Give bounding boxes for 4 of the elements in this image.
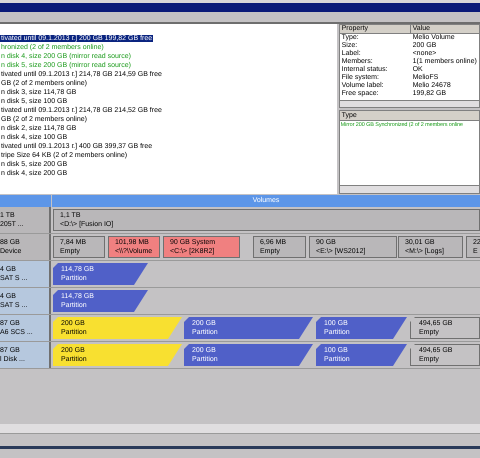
scrollbar[interactable] xyxy=(340,100,479,107)
scrollbar[interactable] xyxy=(340,185,479,193)
scrollbar[interactable] xyxy=(0,424,480,434)
header-bar xyxy=(0,195,51,207)
